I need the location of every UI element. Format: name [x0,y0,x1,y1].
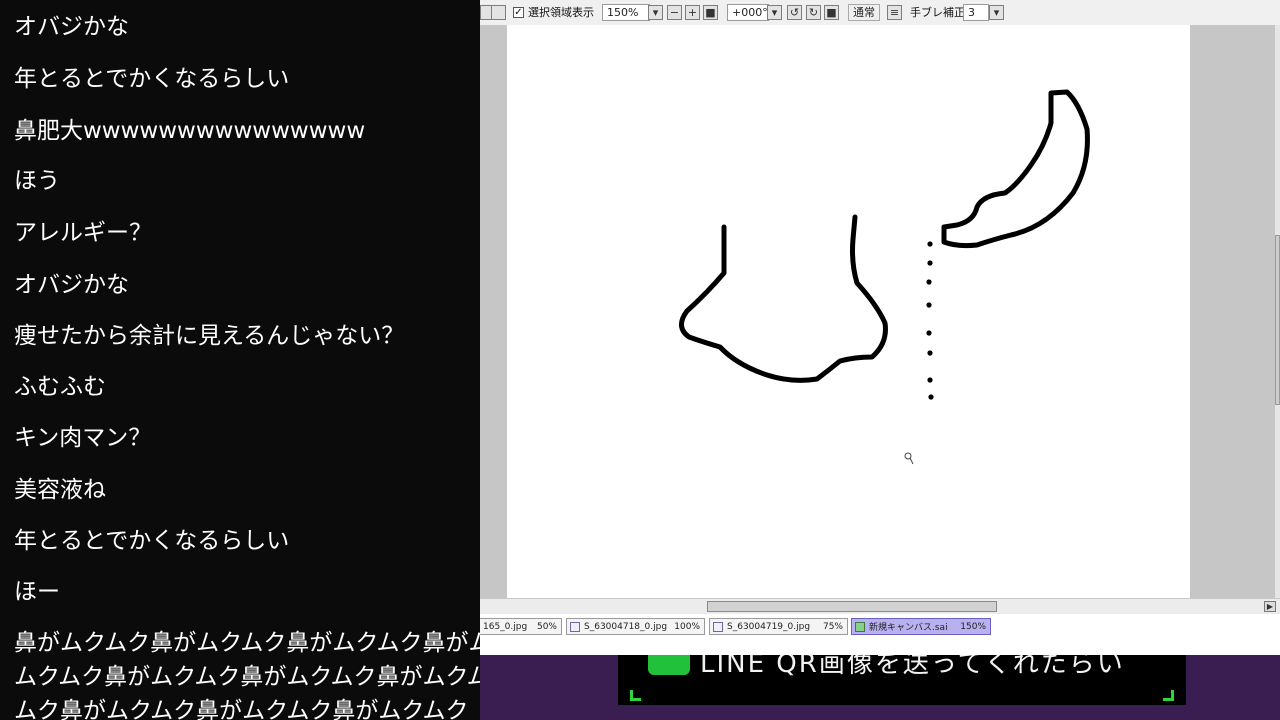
nose-stroke [679,214,888,383]
tab-zoom: 150% [960,621,986,632]
dropdown-arrow-icon[interactable]: ▾ [767,5,782,20]
tab-name: 新規キャンバス.sai [869,623,948,633]
stream-banner: LINE QR画像を送ってくれたらい [480,655,1280,720]
tab-document-4-active[interactable]: 新規キャンバス.sai 150% [851,618,991,635]
checkbox-icon[interactable]: ✓ [513,6,524,18]
canvas-viewport[interactable] [480,25,1280,598]
comment-panel: オバジかな 年とるとでかくなるらしい 鼻肥大wwwwwwwwwwwwwww ほう… [0,0,480,720]
zoom-reset-icon[interactable]: ■ [703,5,718,20]
image-file-icon [570,621,580,632]
tab-document-3[interactable]: S_63004719_0.jpg 75% [709,618,848,635]
banner-text: LINE QR画像を送ってくれたらい [700,655,1125,679]
comment-item: ムクムク鼻がムクムク鼻がムクムク鼻がムクム [14,664,480,690]
tab-name: 165_0.jpg [483,621,528,632]
vertical-scroll-thumb[interactable] [1275,235,1280,405]
comment-item: 年とるとでかくなるらしい [14,528,290,554]
comment-item: 美容液ね [14,477,106,503]
horizontal-scroll-thumb[interactable] [707,601,997,612]
tab-zoom: 75% [822,621,843,632]
tab-zoom: 50% [536,621,557,632]
tab-document-1[interactable]: 165_0.jpg 50% [480,618,562,635]
tab-name: S_63004718_0.jpg [584,621,668,632]
scroll-right-arrow-icon[interactable]: ▶ [1264,601,1276,612]
zoom-input[interactable]: 150% [602,4,650,21]
zoom-out-icon[interactable]: − [667,5,682,20]
tab-name: S_63004719_0.jpg [727,621,811,632]
tab-zoom: 100% [674,621,700,632]
comment-item: オバジかな [14,272,129,298]
banana-stroke [941,89,1090,249]
corner-bracket [1163,690,1174,701]
vertical-scrollbar[interactable] [1275,25,1280,598]
drawing-canvas[interactable] [507,25,1190,598]
banner-text-box: LINE QR画像を送ってくれたらい [618,655,1186,705]
comment-item: 痩せたから余計に見えるんじゃない？ [14,323,405,349]
drawing-strokes [679,89,1090,465]
zoom-in-icon[interactable]: + [685,5,700,20]
selection-visible-toggle[interactable]: ✓ 選択領域表示 [513,4,594,20]
image-file-icon [713,621,723,632]
comment-item: 鼻肥大wwwwwwwwwwwwwww [14,118,366,144]
rotation-input[interactable]: +000° [727,4,769,21]
rotate-reset-icon[interactable]: ■ [824,5,839,20]
stabilizer-label: 手ブレ補正 [910,6,965,19]
comment-item: 年とるとでかくなるらしい [14,66,290,92]
canvas-file-icon [855,621,865,632]
dotted-line [926,241,934,400]
rotate-left-icon[interactable]: ↺ [787,5,802,20]
pen-cursor-icon [904,452,914,465]
comment-item: オバジかな [14,14,129,40]
comment-item: ほう [14,168,60,194]
stabilizer-input[interactable]: 3 [963,4,989,21]
corner-bracket [630,690,641,701]
blend-mode-select[interactable]: 通常 [848,4,880,21]
horizontal-scrollbar[interactable]: ▶ [480,598,1280,615]
stabilizer-icon[interactable]: ≡ [887,5,902,20]
document-tabs: 165_0.jpg 50% S_63004718_0.jpg 100% S_63… [480,614,1280,655]
toolbar-button[interactable] [491,5,506,20]
comment-item: アレルギー？ [14,220,152,246]
dropdown-arrow-icon[interactable]: ▾ [989,5,1004,20]
comment-item: ふむふむ [14,374,106,400]
tab-document-2[interactable]: S_63004718_0.jpg 100% [566,618,705,635]
comment-item: ほー [14,579,60,605]
paint-app-window: ✓ 選択領域表示 150% ▾ − + ■ +000° ▾ ↺ ↻ ■ 通常 ≡… [480,0,1280,655]
dropdown-arrow-icon[interactable]: ▾ [648,5,663,20]
rotate-right-icon[interactable]: ↻ [806,5,821,20]
comment-item: 鼻がムクムク鼻がムクムク鼻がムクムク鼻がム [14,630,480,656]
comment-item: ムク鼻がムクムク鼻がムクムク鼻がムクムク [14,698,469,720]
canvas-toolbar: ✓ 選択領域表示 150% ▾ − + ■ +000° ▾ ↺ ↻ ■ 通常 ≡… [480,0,1280,26]
line-logo-icon [648,655,690,675]
comment-item: キン肉マン？ [14,425,152,451]
selection-visible-label: 選択領域表示 [528,6,594,19]
